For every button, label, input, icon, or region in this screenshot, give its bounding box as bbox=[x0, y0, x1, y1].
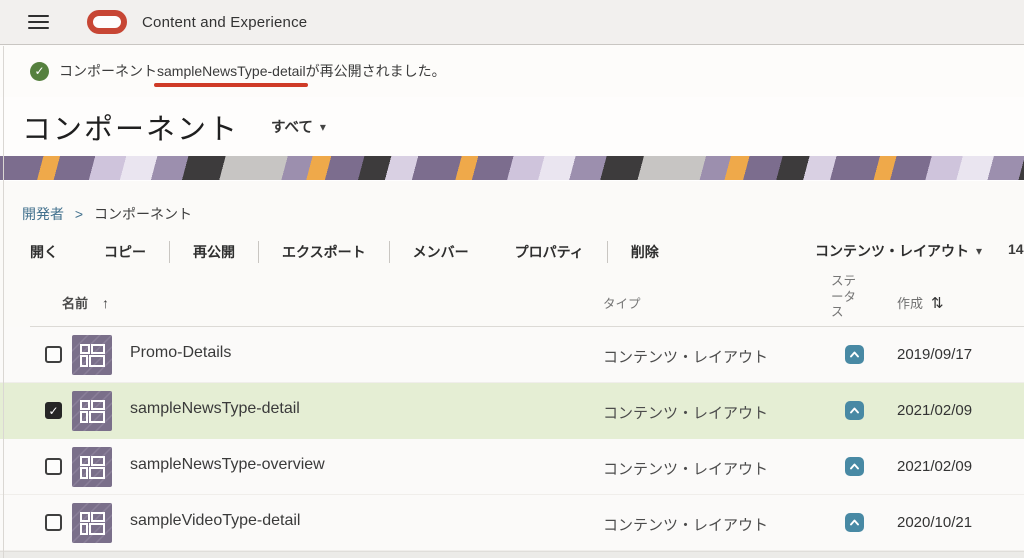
toolbar-action-button[interactable]: エクスポート bbox=[259, 242, 389, 262]
success-check-icon: ✓ bbox=[30, 62, 49, 81]
status-published-icon[interactable] bbox=[845, 457, 864, 476]
table-row[interactable]: ✓ sampleVideoType-detail コンテンツ・レイアウト 202… bbox=[0, 495, 1024, 551]
scope-filter-label: すべて bbox=[271, 116, 313, 137]
table-row[interactable]: ✓ Promo-Details コンテンツ・レイアウト 2019/09/17 bbox=[0, 327, 1024, 383]
toolbar-action-button[interactable]: 削除 bbox=[608, 242, 682, 262]
column-header-created[interactable]: 作成⇅ bbox=[897, 293, 944, 312]
component-type: コンテンツ・レイアウト bbox=[603, 458, 768, 479]
oracle-logo bbox=[87, 10, 127, 34]
component-layout-icon bbox=[72, 503, 112, 543]
row-checkbox[interactable]: ✓ bbox=[45, 514, 62, 531]
breadcrumb-developer-link[interactable]: 開発者 bbox=[22, 206, 64, 222]
row-checkbox[interactable]: ✓ bbox=[45, 402, 62, 419]
panel-left-edge bbox=[3, 46, 4, 558]
hamburger-menu-icon[interactable] bbox=[28, 15, 49, 30]
type-filter-dropdown[interactable]: コンテンツ・レイアウト ▾ bbox=[815, 241, 982, 261]
component-name[interactable]: sampleNewsType-detail bbox=[130, 400, 300, 418]
component-name[interactable]: Promo-Details bbox=[130, 344, 231, 362]
notification-suffix: が再公開されました。 bbox=[306, 63, 446, 79]
bottom-strip bbox=[0, 551, 1024, 558]
notification-prefix: コンポーネント bbox=[59, 63, 157, 79]
component-name[interactable]: sampleVideoType-detail bbox=[130, 512, 300, 530]
column-header-name[interactable]: 名前↑ bbox=[62, 293, 109, 312]
app-title: Content and Experience bbox=[142, 14, 307, 31]
sort-toggle-icon: ⇅ bbox=[931, 294, 944, 312]
top-app-bar: Content and Experience bbox=[0, 0, 1024, 45]
breadcrumb-current: コンポーネント bbox=[94, 206, 192, 222]
row-checkbox[interactable]: ✓ bbox=[45, 458, 62, 475]
toolbar-action-button[interactable]: 開く bbox=[30, 242, 81, 262]
notification-component-name: sampleNewsType-detail bbox=[157, 63, 306, 79]
item-count: 14 bbox=[1008, 241, 1024, 257]
banner-image bbox=[0, 156, 1024, 180]
page-header: コンポーネント すべて ▾ bbox=[0, 97, 1024, 156]
components-panel: 開発者 > コンポーネント 開く コピー 再公開 エクスポート メンバー プロパ… bbox=[0, 181, 1024, 558]
row-checkbox[interactable]: ✓ bbox=[45, 346, 62, 363]
type-filter-label: コンテンツ・レイアウト bbox=[815, 241, 969, 261]
component-created-date: 2019/09/17 bbox=[897, 346, 972, 363]
column-header-type[interactable]: タイプ bbox=[603, 293, 641, 312]
component-created-date: 2021/02/09 bbox=[897, 458, 972, 475]
status-published-icon[interactable] bbox=[845, 345, 864, 364]
notification-banner: ✓ コンポーネントsampleNewsType-detailが再公開されました。 bbox=[0, 45, 1024, 97]
sort-ascending-icon: ↑ bbox=[102, 295, 109, 311]
component-layout-icon bbox=[72, 391, 112, 431]
toolbar-actions: 開く コピー 再公開 エクスポート メンバー プロパティ 削除 bbox=[30, 241, 682, 263]
toolbar-action-button[interactable]: 再公開 bbox=[170, 242, 258, 262]
component-created-date: 2020/10/21 bbox=[897, 514, 972, 531]
toolbar-action-button[interactable]: コピー bbox=[81, 242, 169, 262]
table-row[interactable]: ✓ sampleNewsType-detail コンテンツ・レイアウト 2021… bbox=[0, 383, 1024, 439]
component-type: コンテンツ・レイアウト bbox=[603, 514, 768, 535]
component-created-date: 2021/02/09 bbox=[897, 402, 972, 419]
breadcrumb-separator: > bbox=[75, 206, 83, 222]
scope-filter-dropdown[interactable]: すべて ▾ bbox=[271, 116, 326, 137]
page-title: コンポーネント bbox=[22, 106, 239, 148]
breadcrumb: 開発者 > コンポーネント bbox=[22, 204, 192, 224]
component-name[interactable]: sampleNewsType-overview bbox=[130, 456, 325, 474]
status-published-icon[interactable] bbox=[845, 513, 864, 532]
component-type: コンテンツ・レイアウト bbox=[603, 346, 768, 367]
toolbar-action-button[interactable]: プロパティ bbox=[492, 242, 607, 262]
table-row[interactable]: ✓ sampleNewsType-overview コンテンツ・レイアウト 20… bbox=[0, 439, 1024, 495]
components-table: ✓ Promo-Details コンテンツ・レイアウト 2019/09/17 ✓ bbox=[0, 327, 1024, 551]
chevron-down-icon: ▾ bbox=[320, 121, 326, 133]
component-layout-icon bbox=[72, 447, 112, 487]
component-layout-icon bbox=[72, 335, 112, 375]
status-published-icon[interactable] bbox=[845, 401, 864, 420]
checkmark-icon: ✓ bbox=[48, 405, 58, 417]
chevron-down-icon: ▾ bbox=[976, 245, 982, 257]
component-type: コンテンツ・レイアウト bbox=[603, 402, 768, 423]
toolbar-action-button[interactable]: メンバー bbox=[390, 242, 492, 262]
notification-message: コンポーネントsampleNewsType-detailが再公開されました。 bbox=[59, 61, 446, 81]
column-header-status[interactable]: ステータス bbox=[831, 274, 861, 321]
